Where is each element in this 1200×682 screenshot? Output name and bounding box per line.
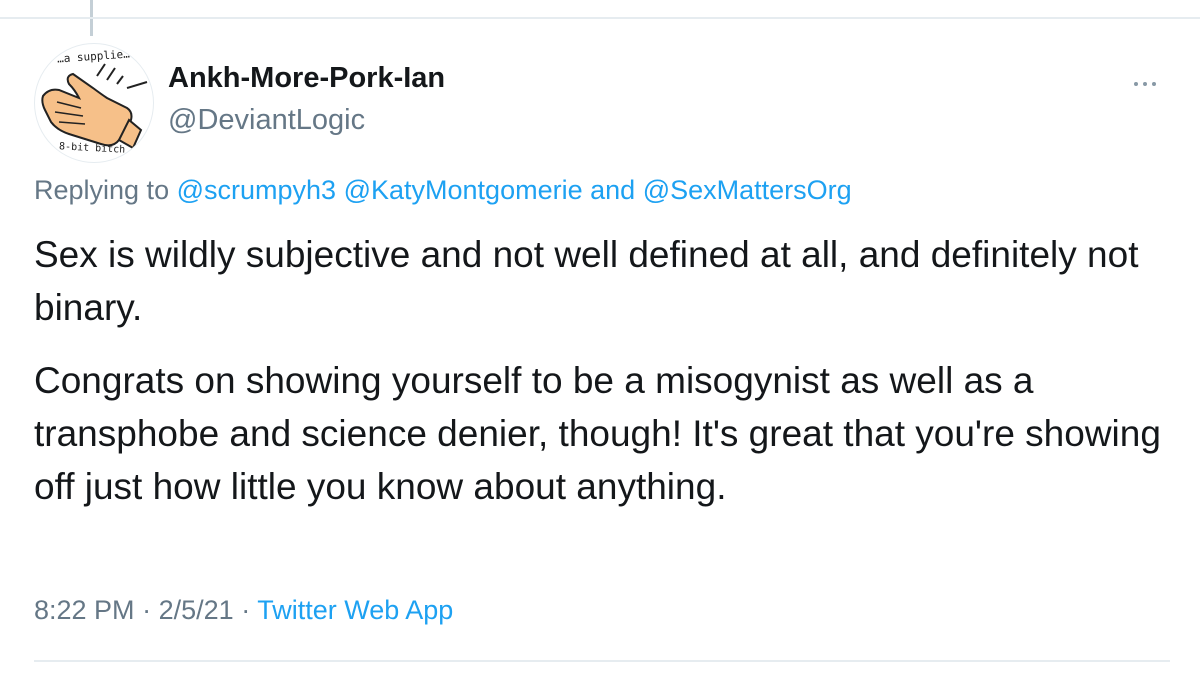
more-dot: [1134, 82, 1138, 86]
replying-to-label: Replying to: [34, 175, 170, 205]
mention-and-label: and: [590, 175, 636, 205]
user-handle[interactable]: @DeviantLogic: [168, 104, 365, 137]
more-dot: [1152, 82, 1156, 86]
tweet-metadata: 8:22 PM · 2/5/21 · Twitter Web App: [34, 595, 453, 626]
tweet-source-link[interactable]: Twitter Web App: [257, 595, 453, 625]
meta-separator: ·: [241, 595, 251, 625]
replying-to-line: Replying to @scrumpyh3 @KatyMontgomerie …: [34, 175, 852, 206]
tweet-body: Sex is wildly subjective and not well de…: [34, 228, 1174, 533]
tweet-time[interactable]: 8:22 PM: [34, 595, 135, 625]
tweet-paragraph: Congrats on showing yourself to be a mis…: [34, 360, 1161, 507]
avatar[interactable]: …a supplie… 8-bit bitch: [34, 43, 154, 163]
more-dot: [1143, 82, 1147, 86]
meta-separator: ·: [142, 595, 152, 625]
mention-link[interactable]: @KatyMontgomerie: [344, 175, 583, 205]
mention-link[interactable]: @scrumpyh3: [177, 175, 336, 205]
top-divider: [0, 17, 1200, 19]
display-name[interactable]: Ankh-More-Pork-Ian: [168, 62, 445, 95]
tweet-page: …a supplie… 8-bit bitch Ankh-More-Pork-I…: [0, 0, 1200, 682]
tweet-paragraph: Sex is wildly subjective and not well de…: [34, 234, 1139, 328]
tweet-date[interactable]: 2/5/21: [159, 595, 234, 625]
mention-link[interactable]: @SexMattersOrg: [643, 175, 852, 205]
bottom-divider: [34, 660, 1170, 662]
more-options-icon[interactable]: [1120, 72, 1170, 96]
